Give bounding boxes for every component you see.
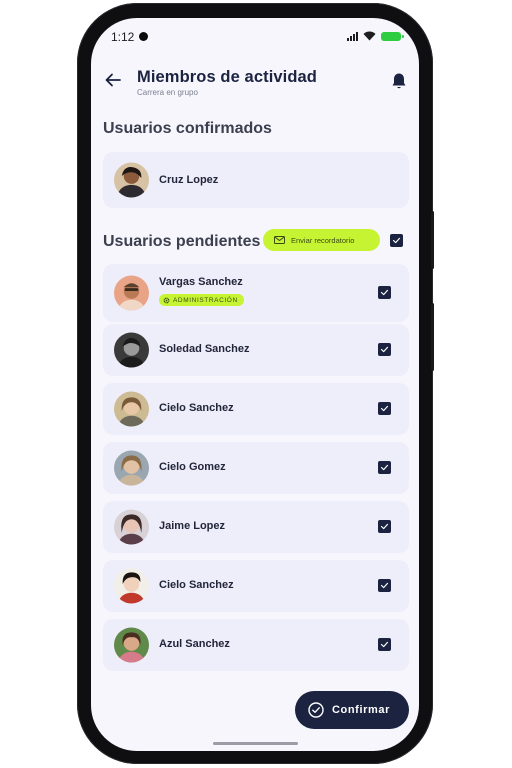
- power-button: [431, 303, 434, 371]
- home-indicator[interactable]: [213, 742, 298, 745]
- status-bar: 1:12: [91, 18, 419, 56]
- pending-user-card[interactable]: Soledad Sanchez: [103, 324, 409, 376]
- pending-user-card[interactable]: Vargas Sanchez ADMINISTRACIÓN: [103, 264, 409, 322]
- app-screen: 1:12 Miembros de actividad Carrera en gr…: [91, 18, 419, 751]
- user-checkbox[interactable]: [378, 402, 391, 415]
- signal-icon: [347, 31, 358, 41]
- user-name: Soledad Sanchez: [159, 343, 250, 355]
- pending-user-card[interactable]: Azul Sanchez: [103, 619, 409, 671]
- user-name: Azul Sanchez: [159, 638, 230, 650]
- confirm-button[interactable]: Confirmar: [295, 691, 409, 729]
- confirmed-section-title: Usuarios confirmados: [103, 120, 272, 137]
- pending-user-card[interactable]: Cielo Sanchez: [103, 383, 409, 435]
- avatar: [114, 568, 149, 604]
- user-checkbox[interactable]: [378, 343, 391, 356]
- app-header: Miembros de actividad Carrera en grupo: [91, 64, 419, 104]
- user-name: Cielo Sanchez: [159, 402, 234, 414]
- wifi-icon: [363, 31, 376, 41]
- avatar: [114, 391, 149, 427]
- bell-icon[interactable]: [391, 72, 407, 90]
- avatar: [114, 275, 149, 311]
- avatar: [114, 450, 149, 486]
- confirmed-user-card[interactable]: Cruz Lopez: [103, 152, 409, 208]
- user-name: Jaime Lopez: [159, 520, 226, 532]
- mail-icon: [274, 236, 285, 244]
- pending-user-card[interactable]: Cielo Sanchez: [103, 560, 409, 612]
- user-checkbox[interactable]: [378, 286, 391, 299]
- phone-frame: 1:12 Miembros de actividad Carrera en gr…: [77, 3, 434, 764]
- user-checkbox[interactable]: [378, 520, 391, 533]
- user-name: Vargas Sanchez: [159, 276, 243, 288]
- status-icons: [347, 31, 404, 41]
- check-circle-icon: [308, 702, 324, 718]
- page-title: Miembros de actividad: [137, 68, 317, 86]
- avatar: [114, 509, 149, 545]
- confirm-button-label: Confirmar: [332, 704, 390, 716]
- user-checkbox[interactable]: [378, 579, 391, 592]
- battery-icon: [381, 31, 404, 41]
- pending-user-card[interactable]: Cielo Gomez: [103, 442, 409, 494]
- user-name: Cielo Sanchez: [159, 579, 234, 591]
- user-checkbox[interactable]: [378, 638, 391, 651]
- avatar: [114, 627, 149, 663]
- arrow-left-icon[interactable]: [103, 70, 123, 90]
- user-name: Cielo Gomez: [159, 461, 226, 473]
- user-name: Cruz Lopez: [159, 174, 219, 186]
- volume-button: [431, 211, 434, 269]
- gear-icon: [163, 297, 170, 303]
- select-all-checkbox[interactable]: [390, 234, 403, 247]
- send-reminder-button[interactable]: Enviar recordatorio: [263, 229, 380, 251]
- front-camera: [139, 32, 148, 41]
- user-checkbox[interactable]: [378, 461, 391, 474]
- role-badge-label: ADMINISTRACIÓN: [173, 296, 238, 304]
- status-time: 1:12: [111, 30, 135, 44]
- avatar: [114, 162, 149, 198]
- page-subtitle: Carrera en grupo: [137, 88, 198, 97]
- pending-user-card[interactable]: Jaime Lopez: [103, 501, 409, 553]
- avatar: [114, 332, 149, 368]
- pending-section-title: Usuarios pendientes: [103, 233, 261, 250]
- send-reminder-label: Enviar recordatorio: [291, 235, 355, 245]
- role-badge: ADMINISTRACIÓN: [159, 294, 244, 306]
